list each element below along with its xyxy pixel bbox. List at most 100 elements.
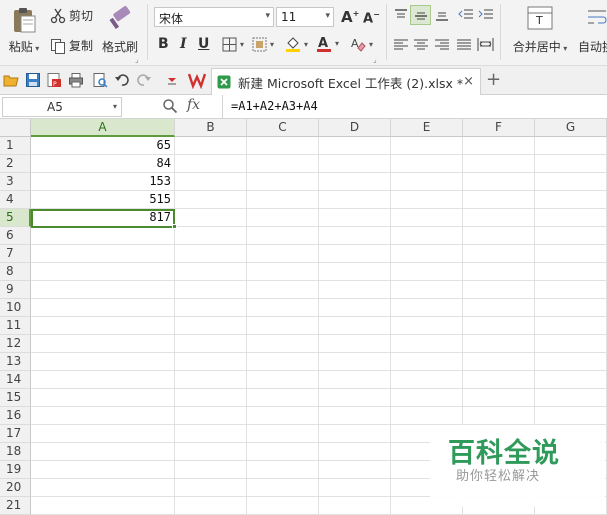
font-launcher-icon[interactable]: ⌟	[373, 55, 377, 64]
cell-g7[interactable]	[535, 245, 607, 263]
cell-d19[interactable]	[319, 461, 391, 479]
cell-a9[interactable]	[31, 281, 175, 299]
cell-a12[interactable]	[31, 335, 175, 353]
cell-b8[interactable]	[175, 263, 247, 281]
row-header-4[interactable]: 4	[0, 191, 31, 209]
align-bottom-icon[interactable]	[434, 8, 450, 22]
cell-a17[interactable]	[31, 425, 175, 443]
row-header-21[interactable]: 21	[0, 497, 31, 515]
row-header-7[interactable]: 7	[0, 245, 31, 263]
italic-button[interactable]: I	[180, 36, 187, 52]
cell-d9[interactable]	[319, 281, 391, 299]
cell-d20[interactable]	[319, 479, 391, 497]
cell-d7[interactable]	[319, 245, 391, 263]
cell-e15[interactable]	[391, 389, 463, 407]
cell-c13[interactable]	[247, 353, 319, 371]
align-center-icon[interactable]	[413, 38, 429, 52]
wps-logo-icon[interactable]	[188, 71, 206, 89]
cell-a10[interactable]	[31, 299, 175, 317]
cell-b20[interactable]	[175, 479, 247, 497]
cell-c4[interactable]	[247, 191, 319, 209]
cell-e11[interactable]	[391, 317, 463, 335]
cell-a4[interactable]: 515	[31, 191, 175, 209]
cell-d8[interactable]	[319, 263, 391, 281]
cell-d5[interactable]	[319, 209, 391, 227]
font-size-select[interactable]: 11 ▾	[276, 7, 334, 27]
row-header-6[interactable]: 6	[0, 227, 31, 245]
cell-a8[interactable]	[31, 263, 175, 281]
cell-f13[interactable]	[463, 353, 535, 371]
open-folder-icon[interactable]	[3, 72, 19, 88]
cell-b12[interactable]	[175, 335, 247, 353]
cell-f11[interactable]	[463, 317, 535, 335]
bold-button[interactable]: B	[158, 36, 169, 52]
increase-indent-icon[interactable]	[478, 8, 494, 22]
align-left-icon[interactable]	[393, 38, 409, 52]
cell-b16[interactable]	[175, 407, 247, 425]
cell-f7[interactable]	[463, 245, 535, 263]
cell-e16[interactable]	[391, 407, 463, 425]
align-top-icon[interactable]	[393, 8, 409, 22]
cell-c12[interactable]	[247, 335, 319, 353]
cell-g2[interactable]	[535, 155, 607, 173]
cell-b6[interactable]	[175, 227, 247, 245]
cell-d10[interactable]	[319, 299, 391, 317]
cell-a13[interactable]	[31, 353, 175, 371]
column-header-g[interactable]: G	[535, 119, 607, 137]
row-header-11[interactable]: 11	[0, 317, 31, 335]
row-header-18[interactable]: 18	[0, 443, 31, 461]
cell-b14[interactable]	[175, 371, 247, 389]
cell-g5[interactable]	[535, 209, 607, 227]
shrink-font-button[interactable]: A−	[363, 10, 380, 26]
cell-b17[interactable]	[175, 425, 247, 443]
cell-g12[interactable]	[535, 335, 607, 353]
copy-button[interactable]: 复制	[50, 37, 93, 54]
cell-d6[interactable]	[319, 227, 391, 245]
cell-d4[interactable]	[319, 191, 391, 209]
align-middle-button[interactable]	[410, 5, 431, 25]
cell-b7[interactable]	[175, 245, 247, 263]
row-header-14[interactable]: 14	[0, 371, 31, 389]
cell-f2[interactable]	[463, 155, 535, 173]
cell-e12[interactable]	[391, 335, 463, 353]
row-header-13[interactable]: 13	[0, 353, 31, 371]
cell-b11[interactable]	[175, 317, 247, 335]
row-header-3[interactable]: 3	[0, 173, 31, 191]
cell-f15[interactable]	[463, 389, 535, 407]
cell-a11[interactable]	[31, 317, 175, 335]
wrap-text-button[interactable]: 自动换	[578, 6, 607, 55]
cell-f10[interactable]	[463, 299, 535, 317]
cell-a19[interactable]	[31, 461, 175, 479]
cell-b1[interactable]	[175, 137, 247, 155]
close-tab-icon[interactable]: ×	[463, 74, 474, 89]
fill-color-button[interactable]: ▾	[285, 36, 308, 52]
cell-c16[interactable]	[247, 407, 319, 425]
column-header-d[interactable]: D	[319, 119, 391, 137]
cell-c15[interactable]	[247, 389, 319, 407]
cell-d16[interactable]	[319, 407, 391, 425]
cell-e8[interactable]	[391, 263, 463, 281]
cell-e2[interactable]	[391, 155, 463, 173]
cell-d11[interactable]	[319, 317, 391, 335]
row-header-8[interactable]: 8	[0, 263, 31, 281]
cell-e10[interactable]	[391, 299, 463, 317]
cell-e13[interactable]	[391, 353, 463, 371]
paste-button[interactable]: 粘贴 ▾	[4, 6, 44, 55]
export-pdf-icon[interactable]: P	[46, 72, 62, 88]
cell-c7[interactable]	[247, 245, 319, 263]
cell-e9[interactable]	[391, 281, 463, 299]
name-box[interactable]: A5 ▾	[2, 97, 122, 117]
cell-b19[interactable]	[175, 461, 247, 479]
row-header-12[interactable]: 12	[0, 335, 31, 353]
cell-b18[interactable]	[175, 443, 247, 461]
cell-b9[interactable]	[175, 281, 247, 299]
cell-g9[interactable]	[535, 281, 607, 299]
cell-d15[interactable]	[319, 389, 391, 407]
cell-a18[interactable]	[31, 443, 175, 461]
cell-g3[interactable]	[535, 173, 607, 191]
cell-b10[interactable]	[175, 299, 247, 317]
cell-c2[interactable]	[247, 155, 319, 173]
format-painter-button[interactable]: 格式刷	[100, 6, 140, 55]
row-header-1[interactable]: 1	[0, 137, 31, 155]
cell-c10[interactable]	[247, 299, 319, 317]
